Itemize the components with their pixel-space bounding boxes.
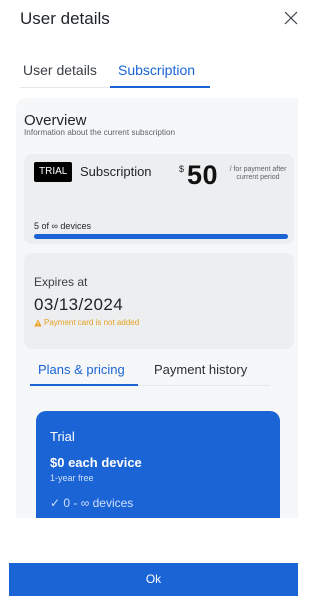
price-currency: $ bbox=[179, 164, 185, 174]
dialog-title: User details bbox=[20, 9, 110, 28]
devices-progress-track bbox=[34, 234, 288, 239]
overview-subtitle: Information about the current subscripti… bbox=[24, 128, 176, 137]
plan-free-note: 1-year free bbox=[50, 473, 94, 483]
overview-title: Overview bbox=[24, 112, 87, 129]
tab-user-details[interactable]: User details bbox=[23, 62, 97, 78]
tab-subscription[interactable]: Subscription bbox=[118, 62, 195, 78]
tab-plans-pricing[interactable]: Plans & pricing bbox=[38, 362, 125, 377]
subscription-label: Subscription bbox=[80, 164, 152, 179]
devices-count: 5 of ∞ devices bbox=[34, 221, 91, 231]
expiry-card: Expires at 03/13/2024 Payment card is no… bbox=[24, 253, 294, 349]
subscription-card: TRIAL Subscription $ 50 / for payment af… bbox=[24, 154, 294, 244]
subscription-panel[interactable]: Overview Information about the current s… bbox=[16, 98, 298, 518]
tab-payment-history[interactable]: Payment history bbox=[154, 362, 247, 377]
plan-price: $0 each device bbox=[50, 455, 142, 470]
expiry-date: 03/13/2024 bbox=[34, 295, 124, 314]
detail-tabs: User details Subscription bbox=[20, 58, 215, 88]
price-value: 50 bbox=[187, 160, 219, 190]
expires-label: Expires at bbox=[34, 275, 88, 289]
dialog-header: User details bbox=[0, 0, 298, 40]
plan-card-trial[interactable]: Trial $0 each device 1-year free ✓ 0 - ∞… bbox=[36, 411, 280, 518]
trial-badge: TRIAL bbox=[34, 162, 73, 182]
price-note: / for payment after current period bbox=[229, 166, 287, 181]
plan-tab-indicator bbox=[30, 384, 138, 386]
close-icon[interactable] bbox=[283, 10, 299, 26]
ok-button[interactable]: Ok bbox=[9, 563, 298, 596]
plan-feature: ✓ 0 - ∞ devices bbox=[50, 496, 134, 510]
devices-progress-fill bbox=[34, 234, 288, 239]
active-tab-indicator bbox=[110, 86, 210, 88]
payment-warning: Payment card is not added bbox=[44, 318, 140, 327]
warning-icon bbox=[34, 319, 42, 327]
plan-name: Trial bbox=[50, 429, 75, 444]
